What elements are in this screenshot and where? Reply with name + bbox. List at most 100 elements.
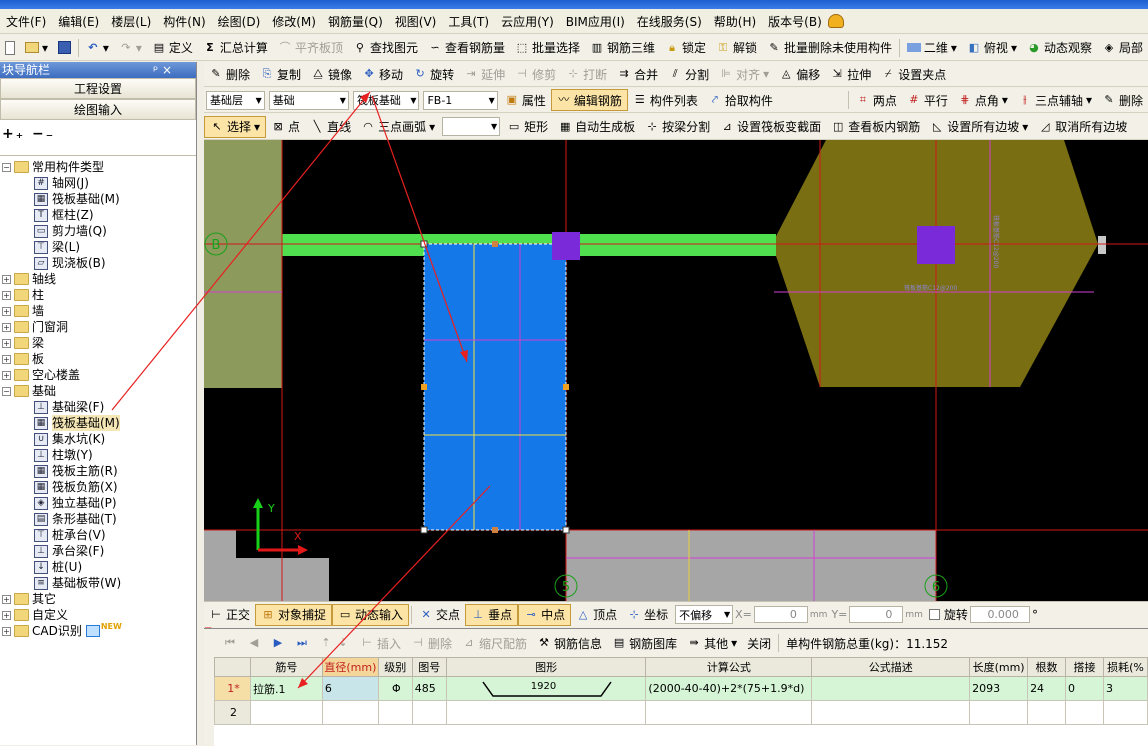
collapse-icon[interactable]: −: [2, 162, 11, 172]
merge-button[interactable]: ⇉ 合并: [612, 63, 663, 85]
define-button[interactable]: ▤ 定义: [147, 37, 198, 59]
cell-diameter[interactable]: 6: [321, 676, 379, 701]
point-angle-button[interactable]: ⋕ 点角 ▾: [953, 89, 1013, 111]
tree-node[interactable]: ▦ 筏板基础(M): [0, 415, 196, 431]
y-coordinate-input[interactable]: 0: [849, 606, 904, 623]
arc-option-select[interactable]: ▼: [442, 117, 501, 136]
tree-node[interactable]: + 墙: [0, 303, 196, 319]
component-list-button[interactable]: ☰ 构件列表: [628, 89, 703, 111]
menu-edit[interactable]: 编辑(E): [52, 13, 105, 30]
tree-node[interactable]: # 轴网(J): [0, 175, 196, 191]
tree-node[interactable]: + 门窗洞: [0, 319, 196, 335]
rotate-checkbox[interactable]: [928, 609, 940, 620]
select-tool-button[interactable]: ↖ 选择 ▾: [204, 115, 267, 138]
column-header[interactable]: 级别: [377, 657, 413, 677]
midpoint-snap[interactable]: ⊸ 中点: [518, 603, 572, 626]
tree-node[interactable]: + 其它: [0, 591, 196, 607]
trim-button[interactable]: ⊣ 修剪: [510, 63, 561, 85]
perpendicular-snap[interactable]: ⊥ 垂点: [465, 603, 519, 626]
next-row-button[interactable]: ▶: [266, 632, 290, 654]
column-header[interactable]: 筋号: [249, 657, 323, 677]
split-by-beam-button[interactable]: ⊹ 按梁分割: [640, 116, 715, 138]
menu-file[interactable]: 文件(F): [0, 13, 52, 30]
tree-node[interactable]: − 基础: [0, 383, 196, 399]
local-view-button[interactable]: ◈ 局部: [1097, 37, 1148, 59]
category-select[interactable]: 基础 ▼: [268, 90, 349, 110]
last-row-button[interactable]: ⏭: [290, 632, 314, 654]
tree-node[interactable]: ▤ 条形基础(T): [0, 511, 196, 527]
menu-bim[interactable]: BIM应用(I): [560, 13, 631, 30]
column-header[interactable]: 直径(mm): [321, 657, 379, 677]
open-button[interactable]: ▾: [20, 37, 53, 59]
tree-node[interactable]: ▱ 现浇板(B): [0, 255, 196, 271]
view-slab-rebar-button[interactable]: ◫ 查看板内钢筋: [826, 116, 925, 138]
rebar-library-button[interactable]: ▤ 钢筋图库: [607, 632, 682, 654]
expand-icon[interactable]: +: [2, 354, 11, 364]
dynamic-view-button[interactable]: ◕ 动态观察: [1022, 37, 1097, 59]
set-all-slopes-dropdown[interactable]: ◺ 设置所有边坡 ▾: [925, 116, 1033, 138]
cell-bar-no[interactable]: 拉筋.1: [249, 676, 323, 701]
cell-count[interactable]: 24: [1027, 676, 1067, 701]
tree-node[interactable]: ⊥ 基础梁(F): [0, 399, 196, 415]
line-tool-button[interactable]: ╲ 直线: [305, 116, 356, 138]
two-point-axis-button[interactable]: ⌗ 两点: [851, 89, 902, 111]
tree-node[interactable]: ⊥ 承台梁(F): [0, 543, 196, 559]
undo-button[interactable]: ↶ ▾: [81, 37, 114, 59]
tree-node[interactable]: − 常用构件类型: [0, 159, 196, 175]
tree-node[interactable]: + 柱: [0, 287, 196, 303]
pick-component-button[interactable]: ⤤ 拾取构件: [703, 89, 778, 111]
x-coordinate-input[interactable]: 0: [753, 606, 808, 623]
delete-aux-button[interactable]: ✎ 删除: [1097, 89, 1148, 111]
cell-formula-desc[interactable]: [811, 676, 971, 701]
floor-select[interactable]: 基础层 ▼: [206, 90, 265, 110]
drawing-input-button[interactable]: 绘图输入: [0, 99, 196, 120]
close-panel-button[interactable]: 关闭: [742, 632, 776, 654]
panel-pin-close-icons[interactable]: ᵖ ×: [153, 62, 172, 78]
grip-point[interactable]: [562, 526, 570, 534]
object-snap-toggle[interactable]: ⊞ 对象捕捉: [255, 603, 333, 626]
tree-node[interactable]: + CAD识别 NEW: [0, 622, 196, 639]
table-cell[interactable]: [1102, 700, 1148, 725]
expand-icon[interactable]: +: [2, 626, 11, 636]
tree-node[interactable]: ▦ 筏板负筋(X): [0, 479, 196, 495]
grip-point[interactable]: [492, 241, 498, 247]
delete-button[interactable]: ✎ 删除: [204, 63, 255, 85]
view-2d-dropdown[interactable]: 二维 ▾: [902, 37, 962, 59]
menu-modify[interactable]: 修改(M): [266, 13, 322, 30]
expand-icon[interactable]: +: [2, 610, 11, 620]
expand-icon[interactable]: +: [2, 370, 11, 380]
move-up-button[interactable]: ⇡ ⇣: [314, 632, 355, 654]
auto-generate-slab-button[interactable]: ▦ 自动生成板: [553, 116, 640, 138]
cell-grade[interactable]: Φ: [377, 676, 413, 701]
find-element-button[interactable]: ⚲ 查找图元: [348, 37, 423, 59]
expand-all-icon[interactable]: +₊: [2, 126, 25, 142]
three-point-aux-button[interactable]: ⫲ 三点辅轴 ▾: [1013, 89, 1097, 111]
arc-tool-dropdown[interactable]: ◠ 三点画弧 ▾: [356, 116, 440, 138]
properties-button[interactable]: ▣ 属性: [500, 89, 551, 111]
batch-delete-button[interactable]: ✎ 批量删除未使用构件: [762, 37, 897, 59]
lock-button[interactable]: 🔒︎ 锁定: [660, 37, 711, 59]
expand-icon[interactable]: +: [2, 274, 11, 284]
redo-button[interactable]: ↷ ▾: [114, 37, 147, 59]
copy-button[interactable]: ⎘ 复制: [255, 63, 306, 85]
grip-point[interactable]: [420, 526, 428, 534]
dynamic-input-toggle[interactable]: ▭ 动态输入: [332, 603, 410, 626]
column[interactable]: [917, 226, 955, 264]
set-variable-section-button[interactable]: ⊿ 设置筏板变截面: [715, 116, 826, 138]
rebar-3d-button[interactable]: ▥ 钢筋三维: [585, 37, 660, 59]
column-header[interactable]: 图形: [445, 657, 647, 677]
set-grip-button[interactable]: ⌿ 设置夹点: [876, 63, 951, 85]
view-rebar-button[interactable]: ∽ 查看钢筋量: [423, 37, 510, 59]
collapse-icon[interactable]: −: [2, 386, 11, 396]
expand-icon[interactable]: +: [2, 306, 11, 316]
column-header[interactable]: 计算公式: [645, 657, 813, 677]
vertex-snap[interactable]: △ 顶点: [571, 604, 622, 626]
edit-rebar-button[interactable]: 〰编辑钢筋: [550, 89, 628, 111]
column-header[interactable]: 图号: [411, 657, 447, 677]
table-cell[interactable]: [1027, 700, 1067, 725]
drawing-canvas[interactable]: 筏板基筋C12@200 筏板基筋C12@200 B 5 6 Y X: [204, 140, 1148, 601]
row-number[interactable]: 1*: [214, 676, 251, 701]
table-cell[interactable]: [645, 700, 813, 725]
first-row-button[interactable]: ⏮: [218, 632, 242, 654]
delete-row-button[interactable]: ⊣ 删除: [406, 632, 457, 654]
